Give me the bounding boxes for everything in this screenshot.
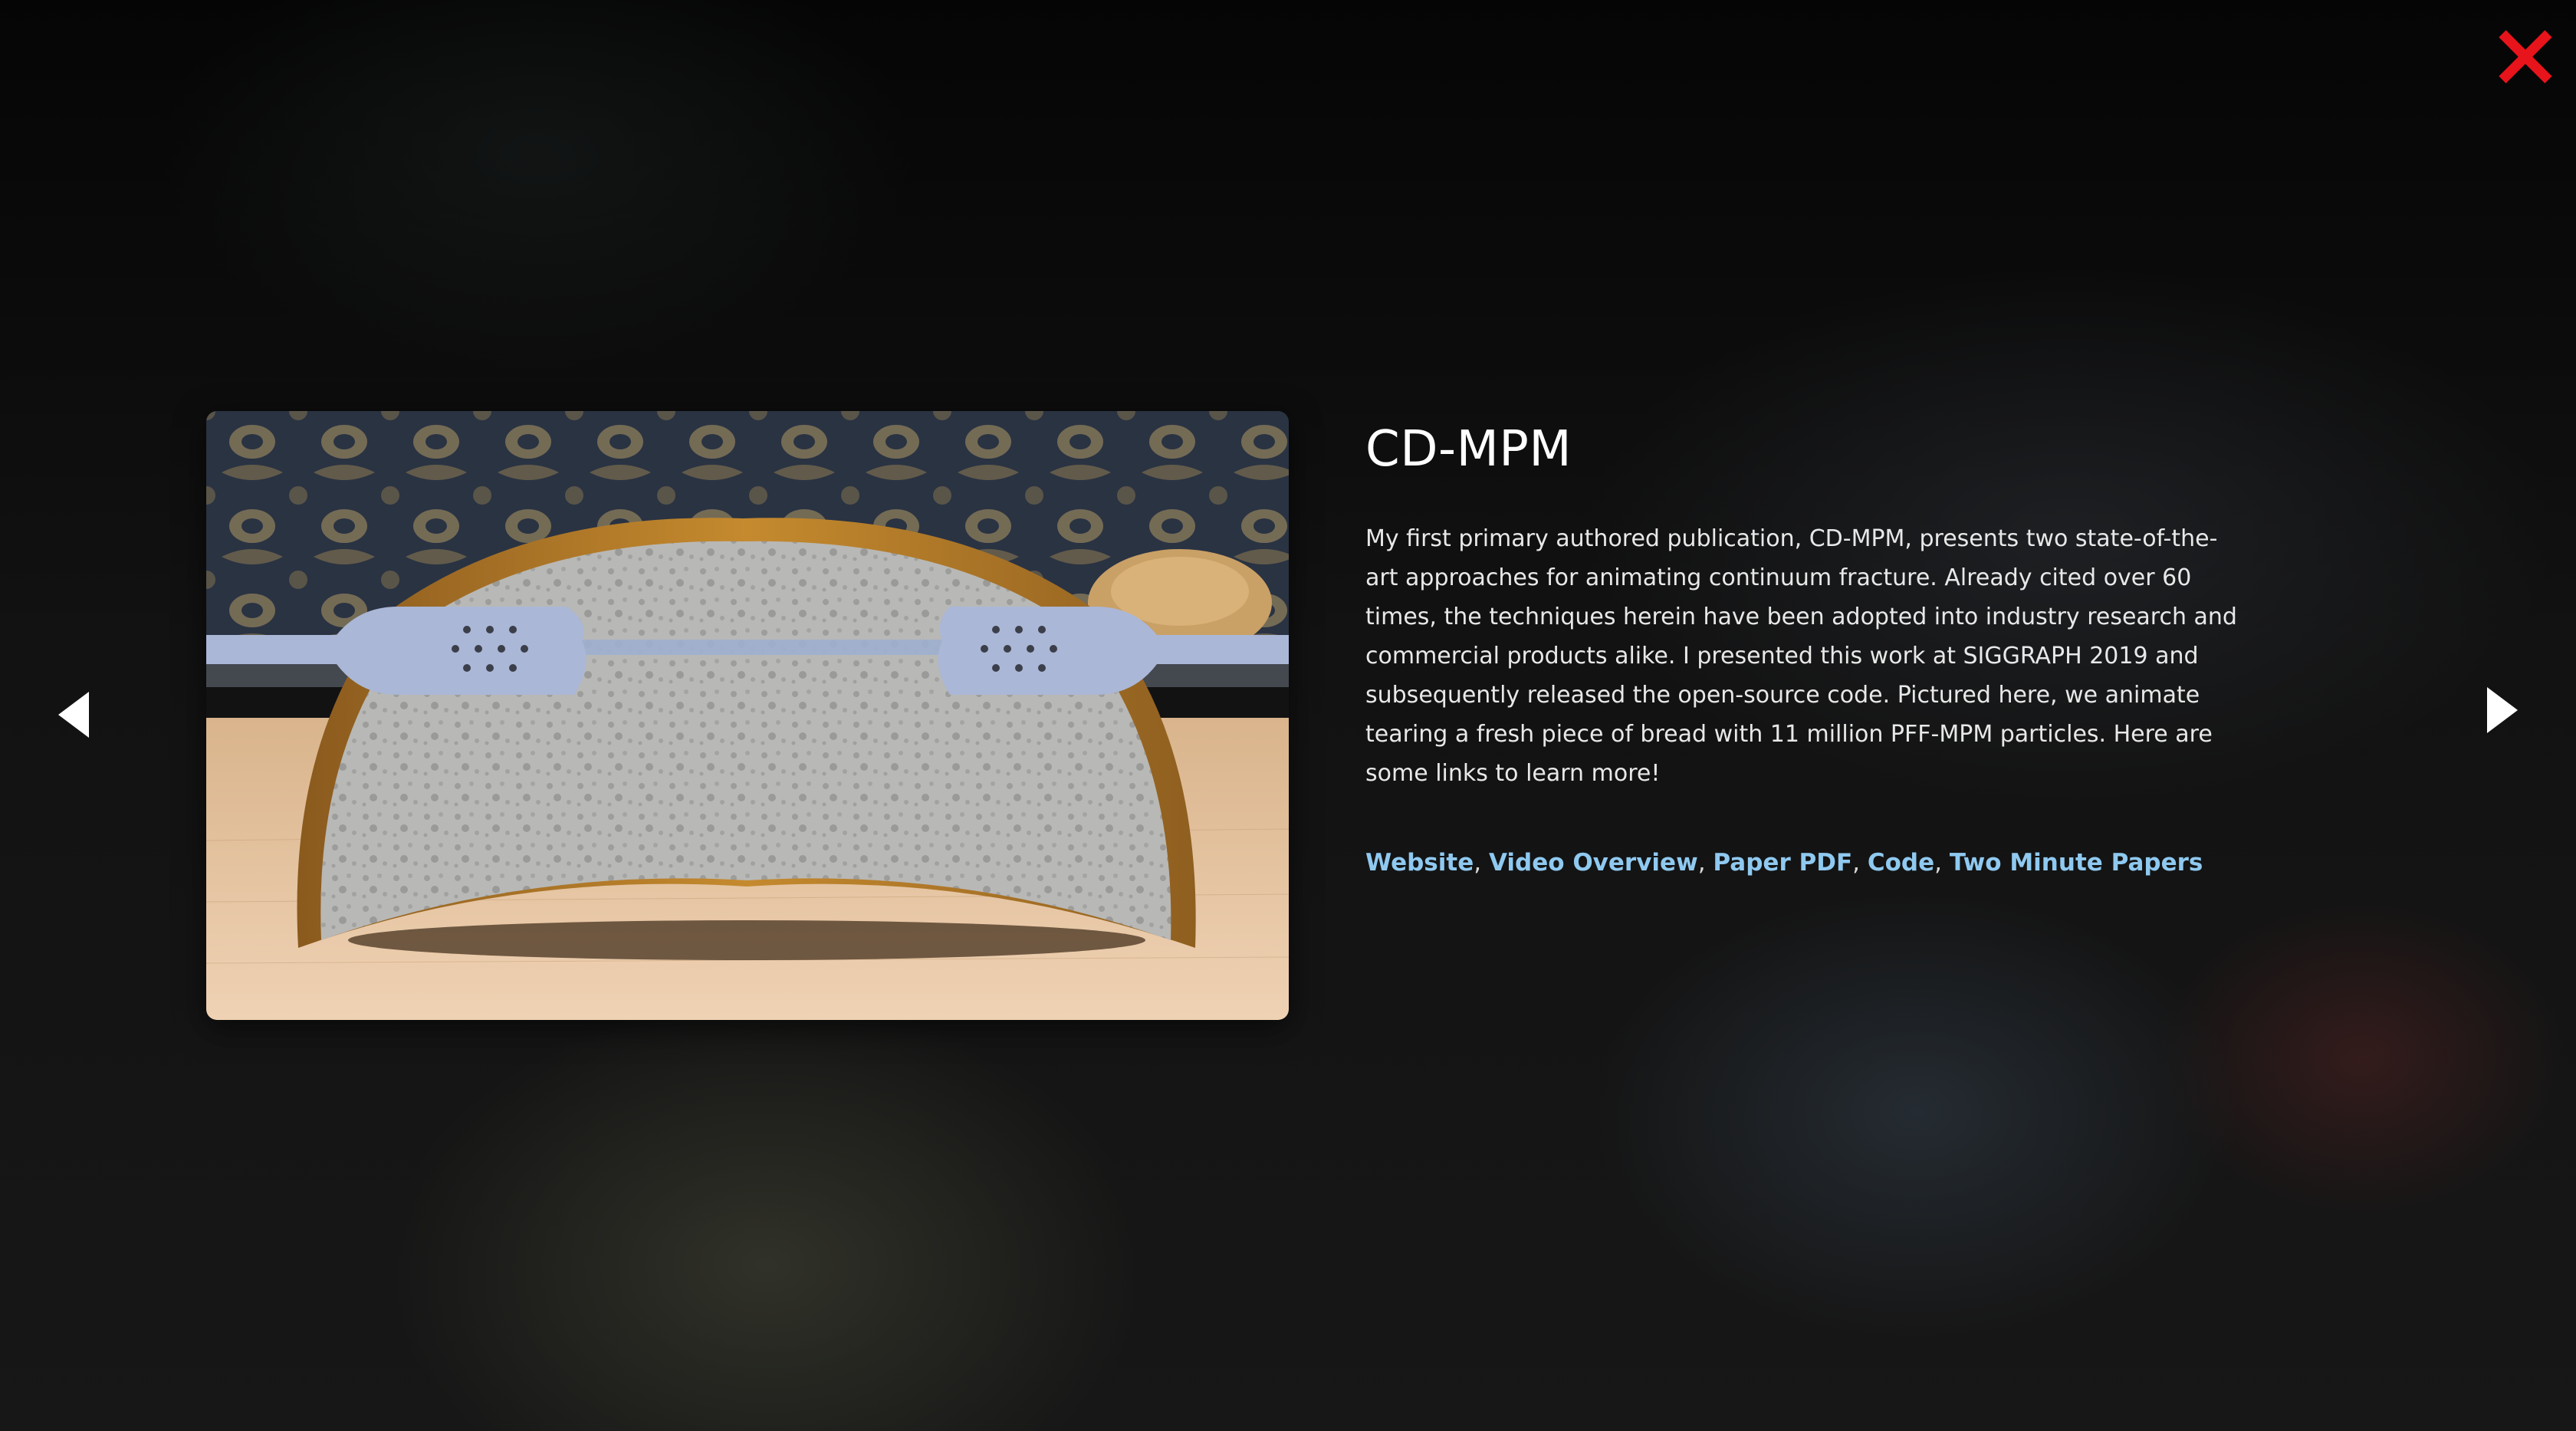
next-button[interactable] <box>2479 679 2525 741</box>
link-separator: , <box>1474 848 1489 877</box>
code-link[interactable]: Code <box>1868 849 1934 877</box>
video-overview-link[interactable]: Video Overview <box>1489 849 1698 877</box>
paper-pdf-link[interactable]: Paper PDF <box>1713 849 1852 877</box>
link-separator: , <box>1934 848 1950 877</box>
previous-button[interactable] <box>51 684 97 745</box>
website-link[interactable]: Website <box>1365 849 1474 877</box>
link-separator: , <box>1852 848 1868 877</box>
arrow-right-icon <box>2487 687 2518 733</box>
close-button[interactable] <box>2496 28 2555 86</box>
bread-illustration <box>206 411 1289 1020</box>
project-links: Website, Video Overview, Paper PDF, Code… <box>1365 847 2247 880</box>
close-icon <box>2499 30 2552 84</box>
project-description: My first primary authored publication, C… <box>1365 525 2237 787</box>
two-minute-papers-link[interactable]: Two Minute Papers <box>1950 849 2203 877</box>
project-title: CD-MPM <box>1365 421 1572 478</box>
link-separator: , <box>1697 848 1714 877</box>
project-image <box>206 411 1289 1020</box>
project-info: CD-MPM My first primary authored publica… <box>1365 411 2247 880</box>
arrow-left-icon <box>58 692 89 738</box>
